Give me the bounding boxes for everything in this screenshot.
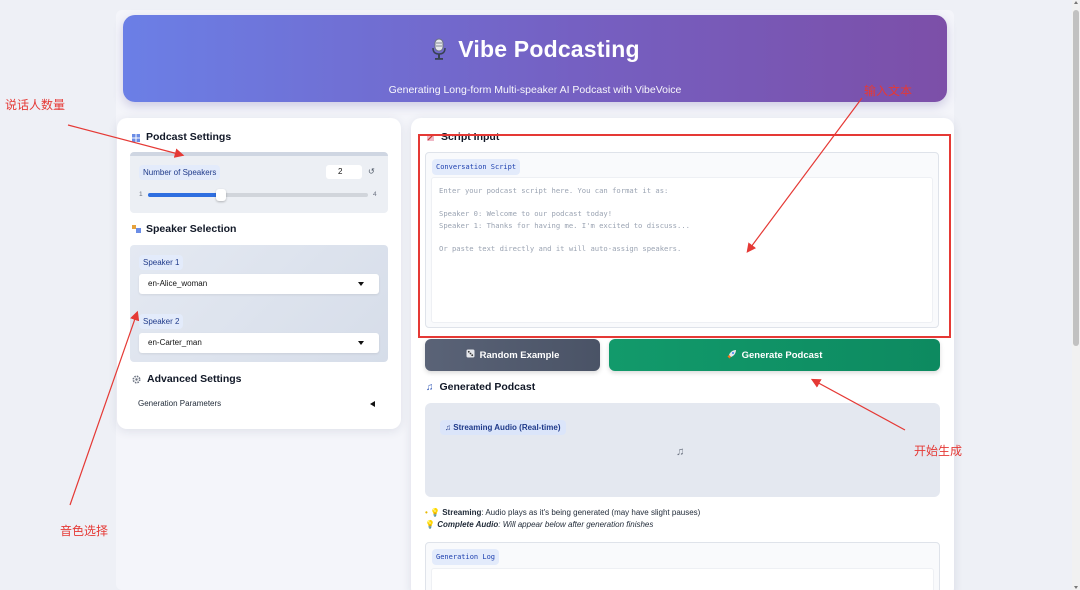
rocket-icon bbox=[727, 349, 737, 362]
speaker-2-select[interactable]: en-Carter_man bbox=[139, 333, 379, 353]
generate-podcast-label: Generate Podcast bbox=[741, 349, 823, 361]
settings-panel: Podcast Settings Number of Speakers 2 ↺ … bbox=[117, 118, 401, 429]
chevron-down-icon bbox=[358, 341, 364, 345]
scroll-down-arrow-icon[interactable] bbox=[1074, 586, 1078, 589]
script-textarea[interactable]: Enter your podcast script here. You can … bbox=[431, 177, 933, 323]
generate-podcast-button[interactable]: Generate Podcast bbox=[609, 339, 940, 371]
generation-log-output bbox=[431, 568, 934, 590]
slider-thumb[interactable] bbox=[215, 189, 226, 201]
speaker-2-value: en-Carter_man bbox=[148, 338, 202, 347]
people-icon bbox=[132, 225, 141, 233]
complete-audio-info: 💡 Complete Audio: Will appear below afte… bbox=[425, 520, 654, 529]
generation-parameters-label: Generation Parameters bbox=[138, 399, 222, 408]
slider-max-label: 4 bbox=[373, 191, 377, 198]
script-box: Conversation Script Enter your podcast s… bbox=[425, 152, 939, 328]
podcast-settings-title: Podcast Settings bbox=[146, 131, 232, 143]
podcast-settings-heading: Podcast Settings bbox=[132, 131, 231, 143]
bulb-icon: 💡 bbox=[425, 520, 435, 529]
generation-log-label: Generation Log bbox=[432, 549, 500, 565]
app-header: Vibe Podcasting Generating Long-form Mul… bbox=[123, 15, 947, 102]
speaker-selection-box: Speaker 1 en-Alice_woman Speaker 2 en-Ca… bbox=[130, 245, 388, 362]
bulb-icon: • 💡 bbox=[425, 508, 440, 517]
app-title: Vibe Podcasting bbox=[458, 36, 640, 62]
microphone-icon bbox=[430, 38, 448, 60]
app-title-row: Vibe Podcasting bbox=[123, 36, 947, 63]
dice-icon bbox=[466, 349, 475, 361]
num-speakers-label: Number of Speakers bbox=[139, 165, 221, 180]
streaming-info: • 💡 Streaming: Audio plays as it's being… bbox=[425, 508, 701, 517]
main-panel: Script Input Conversation Script Enter y… bbox=[411, 118, 954, 590]
num-speakers-box: Number of Speakers 2 ↺ 1 4 bbox=[130, 152, 388, 213]
slider-fill bbox=[148, 193, 221, 197]
scroll-thumb[interactable] bbox=[1073, 10, 1079, 346]
annotation-start-generation: 开始生成 bbox=[914, 444, 963, 458]
pencil-icon bbox=[427, 133, 435, 141]
advanced-settings-title: Advanced Settings bbox=[147, 373, 242, 385]
conversation-script-label: Conversation Script bbox=[432, 159, 521, 175]
gear-icon bbox=[132, 374, 141, 384]
chevron-left-icon bbox=[370, 401, 375, 407]
generation-log-box: Generation Log bbox=[425, 542, 940, 590]
speaker-selection-title: Speaker Selection bbox=[146, 223, 237, 235]
slider-min-label: 1 bbox=[139, 191, 143, 198]
grid-icon bbox=[132, 133, 140, 142]
speaker-selection-heading: Speaker Selection bbox=[132, 223, 236, 235]
music-note-icon: ♫ bbox=[445, 423, 451, 432]
speaker-1-label: Speaker 1 bbox=[139, 255, 184, 270]
num-speakers-slider[interactable] bbox=[148, 189, 368, 201]
script-input-heading: Script Input bbox=[427, 131, 499, 143]
generation-parameters-toggle[interactable]: Generation Parameters bbox=[130, 395, 388, 415]
generated-podcast-heading: ♫ Generated Podcast bbox=[426, 381, 535, 393]
speaker-1-value: en-Alice_woman bbox=[148, 279, 208, 288]
advanced-settings-heading: Advanced Settings bbox=[132, 373, 242, 385]
streaming-audio-box: ♫ Streaming Audio (Real-time) ♫ bbox=[425, 403, 940, 497]
app-subtitle: Generating Long-form Multi-speaker AI Po… bbox=[388, 84, 682, 96]
num-speakers-input[interactable]: 2 bbox=[326, 165, 362, 179]
random-example-label: Random Example bbox=[479, 349, 560, 361]
streaming-audio-label: ♫ Streaming Audio (Real-time) bbox=[440, 420, 566, 435]
annotation-voice-selection: 音色选择 bbox=[60, 524, 109, 538]
generated-podcast-title: Generated Podcast bbox=[439, 381, 536, 393]
annotation-num-speakers: 说话人数量 bbox=[5, 98, 66, 112]
random-example-button[interactable]: Random Example bbox=[425, 339, 600, 371]
reset-icon[interactable]: ↺ bbox=[368, 167, 375, 176]
music-note-icon: ♫ bbox=[426, 381, 434, 393]
annotation-input-text: 输入文本 bbox=[864, 84, 913, 98]
script-input-title: Script Input bbox=[441, 131, 500, 143]
chevron-down-icon bbox=[358, 282, 364, 286]
speaker-2-label: Speaker 2 bbox=[139, 314, 184, 329]
page-scrollbar[interactable] bbox=[1072, 0, 1080, 590]
speaker-1-select[interactable]: en-Alice_woman bbox=[139, 274, 379, 294]
audio-placeholder-icon: ♫ bbox=[676, 446, 685, 458]
scroll-up-arrow-icon[interactable] bbox=[1074, 1, 1078, 4]
